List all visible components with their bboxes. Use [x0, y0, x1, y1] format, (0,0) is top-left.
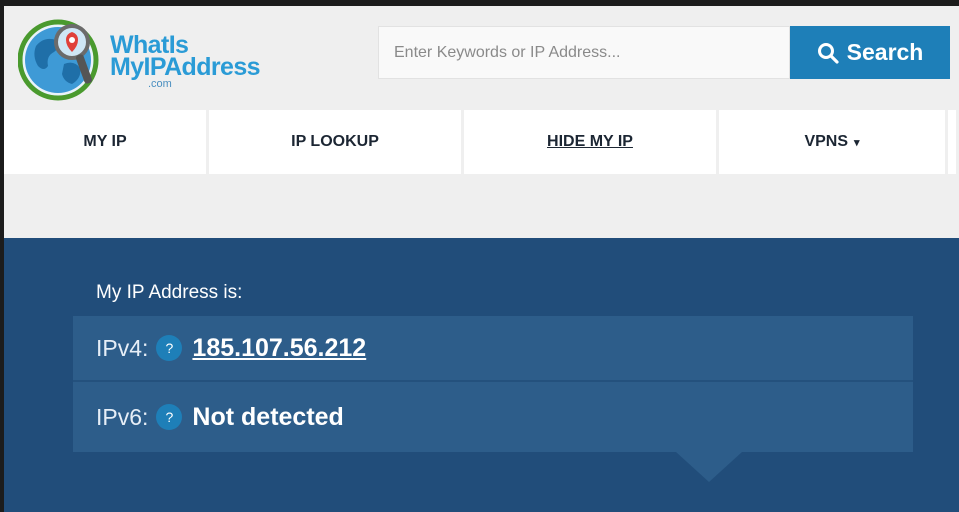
- site-header: WhatIs MyIPAddress .com Search: [4, 6, 959, 110]
- logo-wordmark: WhatIs MyIPAddress: [110, 33, 261, 81]
- nav-hide-my-ip-label: HIDE MY IP: [547, 133, 633, 150]
- nav-hide-my-ip[interactable]: HIDE MY IP: [464, 110, 716, 174]
- ipv4-row: IPv4: ? 185.107.56.212: [73, 316, 913, 382]
- ip-address-box: IPv4: ? 185.107.56.212 IPv6: ? Not detec…: [73, 316, 913, 452]
- ip-box-pointer: [676, 452, 742, 482]
- nav-ip-lookup-label: IP LOOKUP: [291, 133, 379, 150]
- logo-line-2: MyIPAddress: [110, 53, 261, 81]
- ipv6-row: IPv6: ? Not detected: [73, 384, 913, 450]
- search-icon: [817, 42, 839, 64]
- search-input[interactable]: [379, 27, 789, 78]
- logo-dotcom: .com: [148, 78, 172, 90]
- nav-vpns[interactable]: VPNS ▾: [719, 110, 945, 174]
- help-icon[interactable]: ?: [156, 404, 183, 430]
- globe-magnifier-icon: [18, 19, 99, 101]
- nav-overflow-item[interactable]: [948, 110, 956, 174]
- ip-heading: My IP Address is:: [96, 282, 243, 303]
- ip-hero: My IP Address is: IPv4: ? 185.107.56.212…: [4, 238, 959, 512]
- nav-my-ip[interactable]: MY IP: [4, 110, 206, 174]
- help-icon[interactable]: ?: [156, 335, 183, 361]
- search-button[interactable]: Search: [790, 26, 950, 79]
- nav-ip-lookup[interactable]: IP LOOKUP: [209, 110, 461, 174]
- nav-vpns-label: VPNS: [804, 133, 849, 150]
- page: WhatIs MyIPAddress .com Search MY IP IP …: [4, 6, 959, 512]
- site-logo[interactable]: WhatIs MyIPAddress .com: [18, 16, 288, 106]
- ipv6-value: Not detected: [192, 402, 344, 431]
- search-box: [378, 26, 790, 79]
- ipv4-label: IPv4:: [96, 334, 149, 361]
- main-nav: MY IP IP LOOKUP HIDE MY IP VPNS ▾: [4, 110, 959, 174]
- ipv4-value-link[interactable]: 185.107.56.212: [192, 334, 366, 363]
- search-button-label: Search: [846, 39, 924, 65]
- chevron-down-icon: ▾: [854, 136, 860, 149]
- ipv6-label: IPv6:: [96, 403, 149, 430]
- nav-my-ip-label: MY IP: [83, 133, 127, 150]
